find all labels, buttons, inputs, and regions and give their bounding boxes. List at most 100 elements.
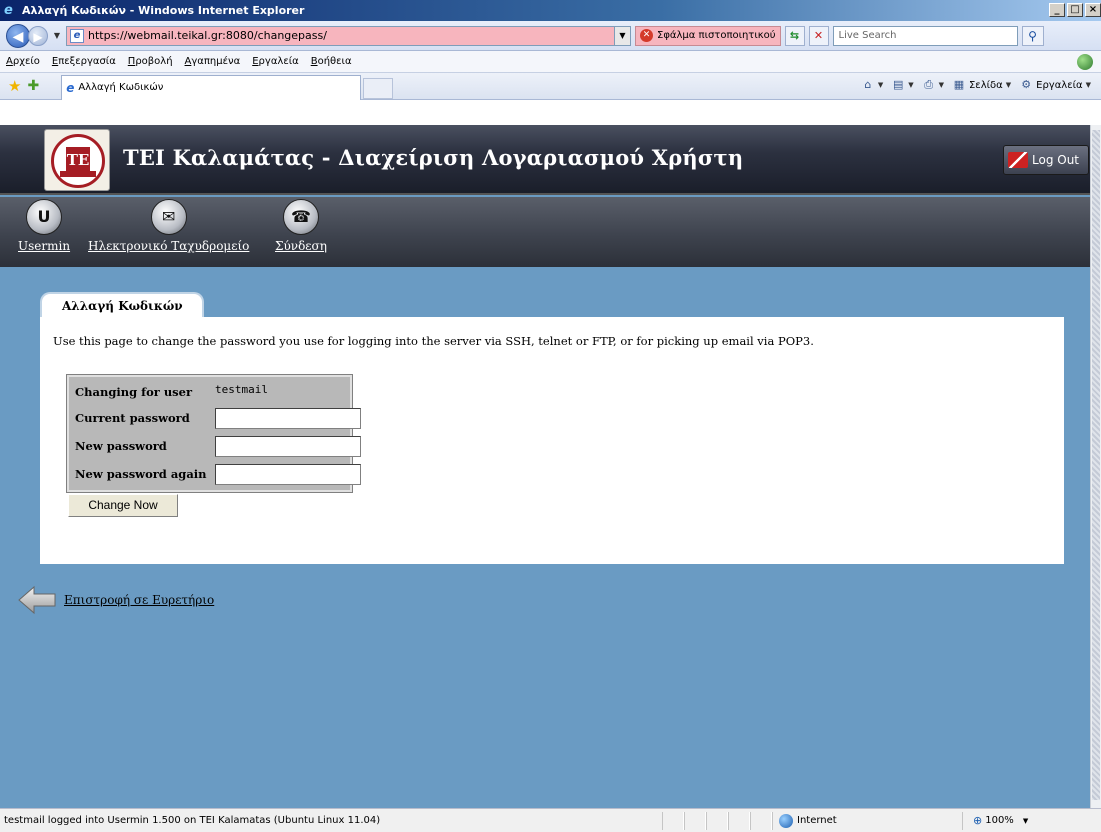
- forward-button[interactable]: ▶: [28, 25, 48, 46]
- certificate-error-button[interactable]: ✕ Σφάλμα πιστοποιητικού: [635, 25, 781, 46]
- scrollbar-thumb[interactable]: [1092, 130, 1100, 800]
- tools-menu-label: Εργαλεία: [1036, 79, 1083, 91]
- mail-icon: ✉: [150, 199, 187, 235]
- status-text: testmail logged into Usermin 1.500 on TE…: [4, 815, 381, 826]
- home-button[interactable]: ⌂ ▼: [861, 78, 883, 92]
- address-toolbar: ◀ ▶ ▼ e https://webmail.teikal.gr:8080/c…: [0, 21, 1101, 51]
- zoom-level: 100%: [985, 815, 1014, 826]
- back-to-index-label[interactable]: Επιστροφή σε Ευρετήριο: [64, 593, 214, 607]
- feeds-button[interactable]: ▤ ▼: [891, 78, 914, 92]
- nav-usermin-label[interactable]: Usermin: [18, 239, 70, 253]
- add-favorites-icon[interactable]: ✚: [27, 78, 39, 94]
- new-tab-button[interactable]: [363, 77, 394, 99]
- window-controls: _ □ ×: [1049, 3, 1101, 17]
- address-dropdown-icon[interactable]: ▼: [614, 26, 630, 45]
- menu-item-edit[interactable]: Επεξεργασία: [52, 56, 116, 67]
- certificate-error-label: Σφάλμα πιστοποιητικού: [657, 30, 776, 41]
- logout-button[interactable]: Log Out: [1003, 145, 1089, 175]
- nav-item-usermin[interactable]: U Usermin: [18, 199, 70, 253]
- new-password-again-label: New password again: [75, 467, 207, 481]
- site-title: ΤΕΙ Καλαμάτας - Διαχείριση Λογαριασμού Χ…: [123, 145, 744, 170]
- home-icon: ⌂: [864, 78, 872, 91]
- current-password-row: Current password: [75, 406, 361, 430]
- usermin-icon: U: [26, 199, 63, 235]
- security-zone[interactable]: Internet: [772, 811, 962, 830]
- zoom-control[interactable]: ⊕ 100% ▼: [962, 811, 1042, 830]
- search-icon[interactable]: ⚲: [1021, 25, 1044, 46]
- back-arrow-icon[interactable]: [18, 585, 56, 615]
- user-label: Changing for user: [75, 385, 193, 399]
- section-tab: Αλλαγή Κωδικών: [40, 292, 204, 318]
- current-password-input[interactable]: [215, 407, 361, 429]
- stop-button[interactable]: ✕: [808, 25, 829, 46]
- zoom-dropdown-icon[interactable]: ▼: [1023, 817, 1028, 825]
- status-segment: [750, 811, 772, 830]
- favorites-star-icon[interactable]: ★: [8, 77, 21, 95]
- nav-login-label[interactable]: Σύνδεση: [275, 239, 327, 253]
- favorites-tab-bar: ★ ✚ e Αλλαγή Κωδικών ⌂ ▼ ▤ ▼ ⎙ ▼ ▦ Σελίδα ▼ ⚙…: [0, 73, 1101, 100]
- login-icon: ☎: [282, 199, 319, 235]
- tab-active[interactable]: e Αλλαγή Κωδικών: [61, 74, 362, 100]
- maximize-button[interactable]: □: [1067, 3, 1083, 17]
- menu-item-favorites[interactable]: Αγαπημένα: [185, 56, 241, 67]
- address-input[interactable]: e https://webmail.teikal.gr:8080/changep…: [66, 25, 631, 46]
- ie-logo-icon: e: [4, 2, 13, 18]
- menu-item-help[interactable]: Βοήθεια: [311, 56, 352, 67]
- window-title: Αλλαγή Κωδικών - Windows Internet Explor…: [22, 4, 305, 17]
- current-password-label: Current password: [75, 411, 190, 425]
- menu-item-view[interactable]: Προβολή: [128, 56, 173, 67]
- search-input[interactable]: Live Search: [832, 25, 1018, 46]
- close-button[interactable]: ×: [1085, 3, 1101, 17]
- new-password-input[interactable]: [215, 435, 361, 457]
- intro-text: Use this page to change the password you…: [53, 334, 814, 348]
- back-to-index-link[interactable]: Επιστροφή σε Ευρετήριο: [18, 585, 214, 615]
- page-menu-button[interactable]: ▦ Σελίδα ▼: [952, 78, 1011, 92]
- refresh-button[interactable]: ⇆: [784, 25, 805, 46]
- new-password-label: New password: [75, 439, 167, 453]
- page-menu-label: Σελίδα: [968, 79, 1003, 91]
- nav-item-mail[interactable]: ✉ Ηλεκτρονικό Ταχυδρομείο: [88, 199, 249, 253]
- status-segment: [728, 811, 750, 830]
- menu-item-file[interactable]: Αρχείο: [6, 56, 40, 67]
- nav-mail-label[interactable]: Ηλεκτρονικό Ταχυδρομείο: [88, 239, 249, 253]
- tools-gear-icon: ⚙: [1021, 78, 1032, 91]
- tei-logo: TE: [44, 129, 110, 191]
- logout-icon: [1008, 152, 1028, 168]
- tei-seal-icon: TE: [51, 134, 105, 188]
- command-bar: ⌂ ▼ ▤ ▼ ⎙ ▼ ▦ Σελίδα ▼ ⚙ Εργαλεία ▼: [861, 78, 1091, 92]
- status-bar: testmail logged into Usermin 1.500 on TE…: [0, 808, 1101, 832]
- menu-bar: Αρχείο Επεξεργασία Προβολή Αγαπημένα Εργ…: [0, 51, 1101, 73]
- history-dropdown-icon[interactable]: ▼: [52, 31, 62, 40]
- user-value: testmail: [215, 382, 268, 396]
- address-url: https://webmail.teikal.gr:8080/changepas…: [88, 29, 327, 42]
- menu-item-tools[interactable]: Εργαλεία: [252, 56, 298, 67]
- zone-label: Internet: [797, 815, 837, 826]
- status-segment: [706, 811, 728, 830]
- back-button[interactable]: ◀: [6, 23, 30, 48]
- change-now-button[interactable]: Change Now: [68, 494, 178, 517]
- feeds-icon: ▤: [893, 78, 904, 91]
- window-titlebar: e Αλλαγή Κωδικών - Windows Internet Expl…: [0, 0, 1101, 21]
- windows-live-icon[interactable]: [1077, 54, 1093, 70]
- new-password-again-row: New password again: [75, 462, 361, 486]
- page-icon: e: [70, 28, 84, 43]
- module-nav: U Usermin ✉ Ηλεκτρονικό Ταχυδρομείο ☎ Σύ…: [0, 197, 1090, 267]
- vertical-scrollbar[interactable]: [1090, 125, 1101, 808]
- tools-menu-button[interactable]: ⚙ Εργαλεία ▼: [1019, 78, 1091, 92]
- password-form: Changing for user testmail Current passw…: [66, 374, 361, 493]
- change-password-panel: Use this page to change the password you…: [40, 317, 1064, 564]
- new-password-again-input[interactable]: [215, 463, 361, 485]
- user-row: Changing for user testmail: [75, 380, 268, 404]
- globe-icon: [779, 813, 793, 828]
- minimize-button[interactable]: _: [1049, 3, 1065, 17]
- tab-ie-icon: e: [66, 80, 75, 95]
- page-content: TE ΤΕΙ Καλαμάτας - Διαχείριση Λογαριασμο…: [0, 125, 1090, 808]
- error-icon: ✕: [640, 29, 653, 42]
- status-segment: [684, 811, 706, 830]
- tab-label: Αλλαγή Κωδικών: [78, 82, 164, 93]
- status-segment: [662, 811, 684, 830]
- site-header: TE ΤΕΙ Καλαμάτας - Διαχείριση Λογαριασμο…: [0, 125, 1090, 195]
- print-button[interactable]: ⎙ ▼: [922, 78, 944, 92]
- logout-label: Log Out: [1032, 153, 1080, 167]
- nav-item-login[interactable]: ☎ Σύνδεση: [275, 199, 327, 253]
